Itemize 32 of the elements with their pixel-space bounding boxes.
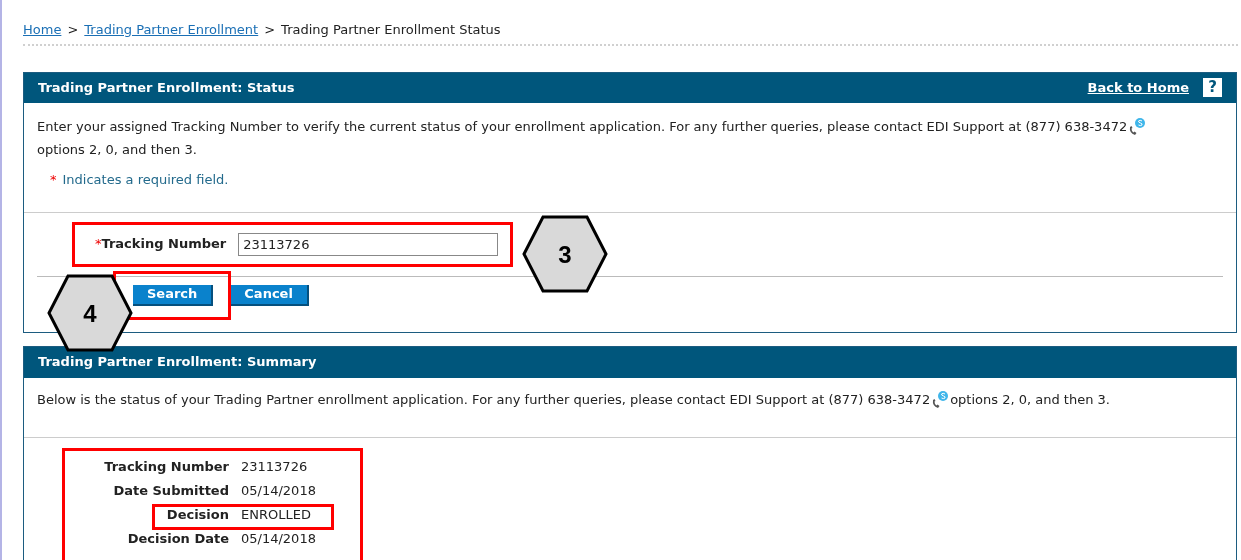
help-button[interactable]: ? bbox=[1203, 78, 1222, 97]
field-label: Tracking Number bbox=[101, 235, 227, 254]
instructions-text: options 2, 0, and then 3. bbox=[950, 391, 1110, 407]
required-asterisk: * bbox=[50, 170, 57, 189]
summary-value: 23113726 bbox=[241, 457, 309, 476]
panel-title: Trading Partner Enrollment: Status bbox=[38, 78, 295, 97]
summary-label: Decision Date bbox=[126, 529, 229, 548]
cancel-button[interactable]: Cancel bbox=[230, 284, 309, 306]
panel-title: Trading Partner Enrollment: Summary bbox=[38, 353, 317, 372]
breadcrumb-current: Trading Partner Enrollment Status bbox=[281, 21, 501, 39]
summary-label: Decision bbox=[165, 505, 229, 524]
summary-label: Tracking Number bbox=[103, 457, 229, 476]
summary-value: 05/14/2018 bbox=[241, 529, 317, 548]
search-button[interactable]: Search bbox=[133, 284, 214, 306]
summary-value: ENROLLED bbox=[241, 505, 312, 524]
summary-label: Date Submitted bbox=[112, 481, 229, 500]
required-asterisk: * bbox=[95, 235, 102, 254]
required-note: Indicates a required field. bbox=[62, 170, 229, 189]
breadcrumb-link[interactable]: Trading Partner Enrollment bbox=[84, 20, 259, 40]
instructions-text: options 2, 0, and then 3. bbox=[37, 140, 198, 159]
breadcrumb-link[interactable]: Home bbox=[23, 20, 62, 40]
instructions-text: Enter your assigned Tracking Number to verify the current status of your enrollment application. For any further queries, please contact EDI Support at (877) 638-3472 bbox=[37, 118, 1128, 134]
callout-hexagon: 3 bbox=[522, 215, 608, 293]
tracking-number-input[interactable]: 23113726 bbox=[238, 232, 499, 256]
summary-value: 05/14/2018 bbox=[241, 481, 317, 500]
breadcrumb-separator: > bbox=[67, 21, 79, 39]
back-to-home-link[interactable]: Back to Home bbox=[1087, 77, 1189, 98]
breadcrumb-separator: > bbox=[264, 21, 276, 39]
callout-hexagon: 4 bbox=[47, 274, 133, 352]
phone-icon[interactable] bbox=[931, 390, 950, 410]
phone-icon[interactable] bbox=[1128, 117, 1147, 137]
instructions-text: Below is the status of your Trading Partner enrollment application. For any further queries, please contact EDI Support at (877) 638-3472 bbox=[37, 391, 931, 407]
